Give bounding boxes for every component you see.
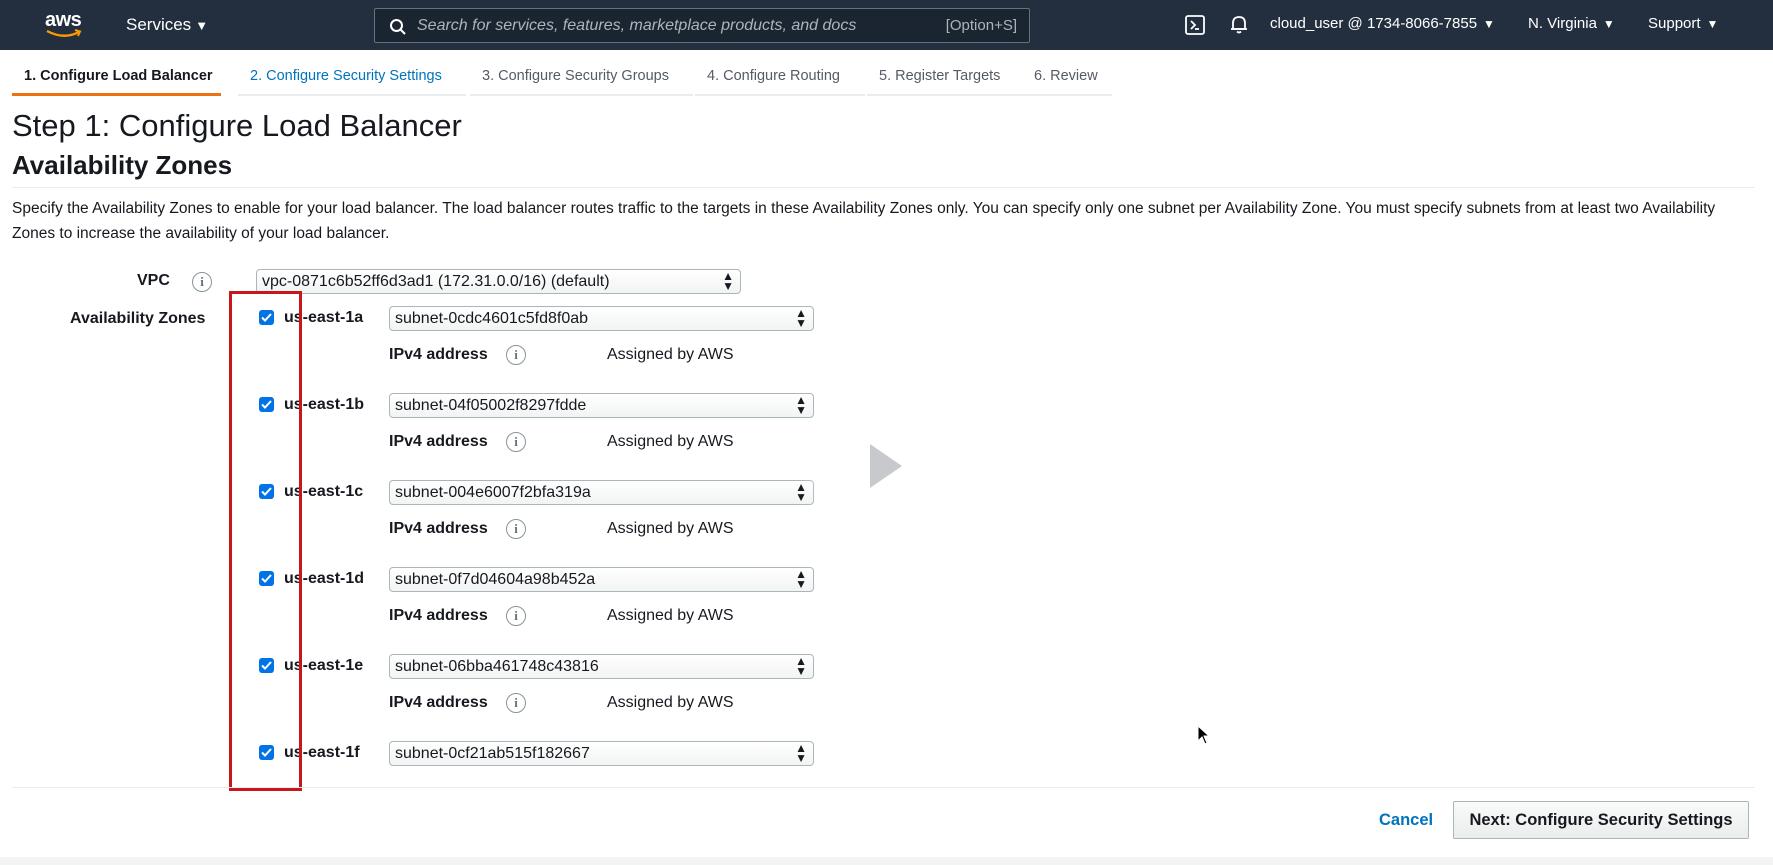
ipv4-address-label: IPv4 address: [389, 607, 488, 624]
search-input[interactable]: [417, 15, 897, 37]
subnet-select[interactable]: subnet-0f7d04604a98b452a ▲ ▼: [389, 567, 814, 592]
section-description: Specify the Availability Zones to enable…: [12, 200, 1716, 242]
caret-down-icon: ▼: [1483, 17, 1495, 31]
account-label: cloud_user @ 1734-8066-7855: [1270, 15, 1478, 32]
tab-configure-load-balancer[interactable]: 1. Configure Load Balancer: [12, 62, 221, 96]
subnet-select-value: subnet-06bba461748c43816: [395, 658, 599, 675]
subnet-select-value: subnet-0f7d04604a98b452a: [395, 571, 596, 588]
subnet-select-value: subnet-0cf21ab515f182667: [395, 745, 590, 762]
subnet-select[interactable]: subnet-04f05002f8297fdde ▲ ▼: [389, 393, 814, 418]
vpc-info-icon[interactable]: i: [192, 272, 212, 292]
subnet-select[interactable]: subnet-004e6007f2bfa319a ▲ ▼: [389, 480, 814, 505]
ipv4-address-label: IPv4 address: [389, 694, 488, 711]
tab-configure-security-settings[interactable]: 2. Configure Security Settings: [238, 62, 466, 96]
select-arrows-icon: ▲ ▼: [795, 654, 807, 678]
tab-configure-routing[interactable]: 4. Configure Routing: [695, 62, 865, 96]
vpc-select[interactable]: vpc-0871c6b52ff6d3ad1 (172.31.0.0/16) (d…: [256, 269, 741, 294]
search-icon: [390, 19, 406, 35]
select-arrows-icon: ▲ ▼: [795, 306, 807, 330]
select-arrows-icon: ▲ ▼: [722, 269, 734, 293]
checkbox-highlight-box: [229, 291, 302, 791]
divider: [12, 787, 1755, 788]
support-label: Support: [1648, 15, 1701, 32]
account-menu[interactable]: cloud_user @ 1734-8066-7855 ▼: [1270, 15, 1495, 32]
notifications-bell-icon[interactable]: [1228, 13, 1250, 35]
subnet-select[interactable]: subnet-0cf21ab515f182667 ▲ ▼: [389, 741, 814, 766]
section-title: Availability Zones: [12, 150, 233, 180]
ipv4-address-value: Assigned by AWS: [607, 433, 734, 450]
ipv4-info-icon[interactable]: i: [506, 606, 526, 626]
subnet-select[interactable]: subnet-0cdc4601c5fd8f0ab ▲ ▼: [389, 306, 814, 331]
next-configure-security-settings-button[interactable]: Next: Configure Security Settings: [1453, 801, 1749, 839]
page-title: Step 1: Configure Load Balancer: [12, 108, 462, 143]
ipv4-info-icon[interactable]: i: [506, 519, 526, 539]
select-arrows-icon: ▲ ▼: [795, 741, 807, 765]
caret-down-icon: ▼: [195, 18, 209, 33]
cloudshell-icon[interactable]: [1184, 14, 1206, 36]
ipv4-address-value: Assigned by AWS: [607, 694, 734, 711]
ipv4-info-icon[interactable]: i: [506, 432, 526, 452]
search-bar[interactable]: [Option+S]: [374, 8, 1030, 43]
ipv4-address-value: Assigned by AWS: [607, 346, 734, 363]
services-label: Services: [126, 15, 192, 34]
video-play-button[interactable]: [832, 414, 936, 518]
footer-band: [0, 857, 1773, 865]
tab-review[interactable]: 6. Review: [1022, 62, 1112, 96]
select-arrows-icon: ▲ ▼: [795, 567, 807, 591]
subnet-select-value: subnet-04f05002f8297fdde: [395, 397, 587, 414]
vpc-select-value: vpc-0871c6b52ff6d3ad1 (172.31.0.0/16) (d…: [262, 273, 610, 290]
top-navigation-bar: aws Services▼ [Option+S] cloud_user @ 17…: [0, 0, 1773, 50]
search-shortcut-hint: [Option+S]: [945, 17, 1017, 34]
select-arrows-icon: ▲ ▼: [795, 393, 807, 417]
subnet-select-value: subnet-004e6007f2bfa319a: [395, 484, 591, 501]
ipv4-info-icon[interactable]: i: [506, 345, 526, 365]
vpc-label: VPC: [137, 272, 170, 289]
support-menu[interactable]: Support ▼: [1648, 15, 1718, 32]
ipv4-address-label: IPv4 address: [389, 346, 488, 363]
ipv4-address-label: IPv4 address: [389, 433, 488, 450]
aws-logo[interactable]: aws: [44, 9, 88, 41]
caret-down-icon: ▼: [1602, 17, 1615, 31]
tab-configure-security-groups[interactable]: 3. Configure Security Groups: [470, 62, 693, 96]
ipv4-address-value: Assigned by AWS: [607, 520, 734, 537]
divider: [12, 187, 1755, 188]
tab-register-targets[interactable]: 5. Register Targets: [867, 62, 1024, 96]
caret-down-icon: ▼: [1706, 17, 1719, 31]
mouse-cursor-icon: [1197, 725, 1211, 745]
ipv4-address-value: Assigned by AWS: [607, 607, 734, 624]
ipv4-info-icon[interactable]: i: [506, 693, 526, 713]
services-menu[interactable]: Services ▼: [126, 15, 208, 35]
cancel-button[interactable]: Cancel: [1379, 811, 1433, 830]
ipv4-address-label: IPv4 address: [389, 520, 488, 537]
subnet-select-value: subnet-0cdc4601c5fd8f0ab: [395, 310, 589, 327]
play-icon: [870, 444, 902, 488]
region-menu[interactable]: N. Virginia ▼: [1528, 15, 1615, 32]
select-arrows-icon: ▲ ▼: [795, 480, 807, 504]
region-label: N. Virginia: [1528, 15, 1597, 32]
subnet-select[interactable]: subnet-06bba461748c43816 ▲ ▼: [389, 654, 814, 679]
aws-smile-icon: [46, 29, 82, 37]
